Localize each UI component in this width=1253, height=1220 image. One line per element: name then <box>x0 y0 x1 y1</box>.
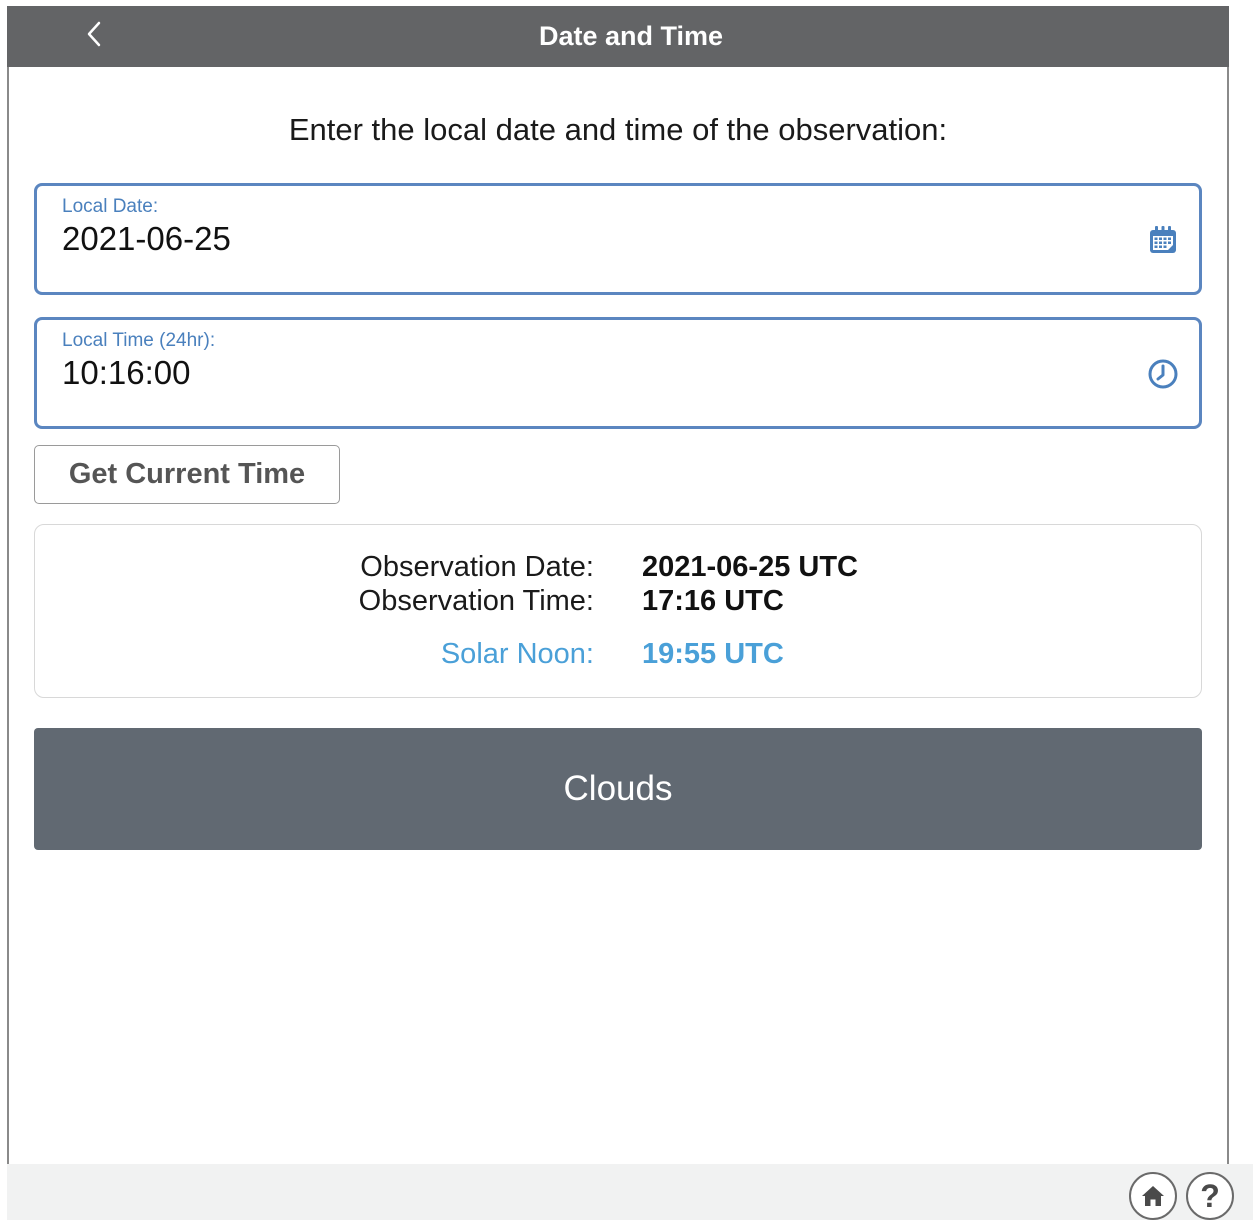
calendar-button[interactable] <box>1145 222 1181 258</box>
local-time-input[interactable] <box>62 354 1062 392</box>
solar-noon-label: Solar Noon: <box>440 638 594 670</box>
footer-bar <box>7 1164 1253 1220</box>
calendar-icon <box>1150 226 1176 253</box>
local-date-field[interactable]: Local Date: <box>34 183 1202 295</box>
observation-time-label: Observation Time: <box>358 585 594 617</box>
get-current-time-button[interactable]: Get Current Time <box>34 445 340 504</box>
help-button[interactable]: ? <box>1186 1172 1234 1220</box>
page-title: Date and Time <box>538 21 724 51</box>
clock-button[interactable] <box>1145 356 1181 392</box>
observation-date-label: Observation Date: <box>360 551 594 583</box>
observation-date-value: 2021-06-25 UTC <box>642 551 858 583</box>
local-date-label: Local Date: <box>62 196 159 217</box>
home-button[interactable] <box>1129 1172 1177 1220</box>
local-time-field[interactable]: Local Time (24hr): <box>34 317 1202 429</box>
help-icon: ? <box>1200 1178 1220 1214</box>
solar-noon-value: 19:55 UTC <box>642 638 784 670</box>
home-icon <box>1142 1186 1164 1206</box>
observation-summary: Observation Date: 2021-06-25 UTC Observa… <box>34 524 1202 698</box>
instruction-text: Enter the local date and time of the obs… <box>288 112 948 147</box>
clock-icon <box>1148 359 1178 389</box>
clouds-next-button[interactable]: Clouds <box>34 728 1202 850</box>
local-time-label: Local Time (24hr): <box>62 330 216 351</box>
observation-time-value: 17:16 UTC <box>642 585 784 617</box>
local-date-input[interactable] <box>62 220 1062 258</box>
